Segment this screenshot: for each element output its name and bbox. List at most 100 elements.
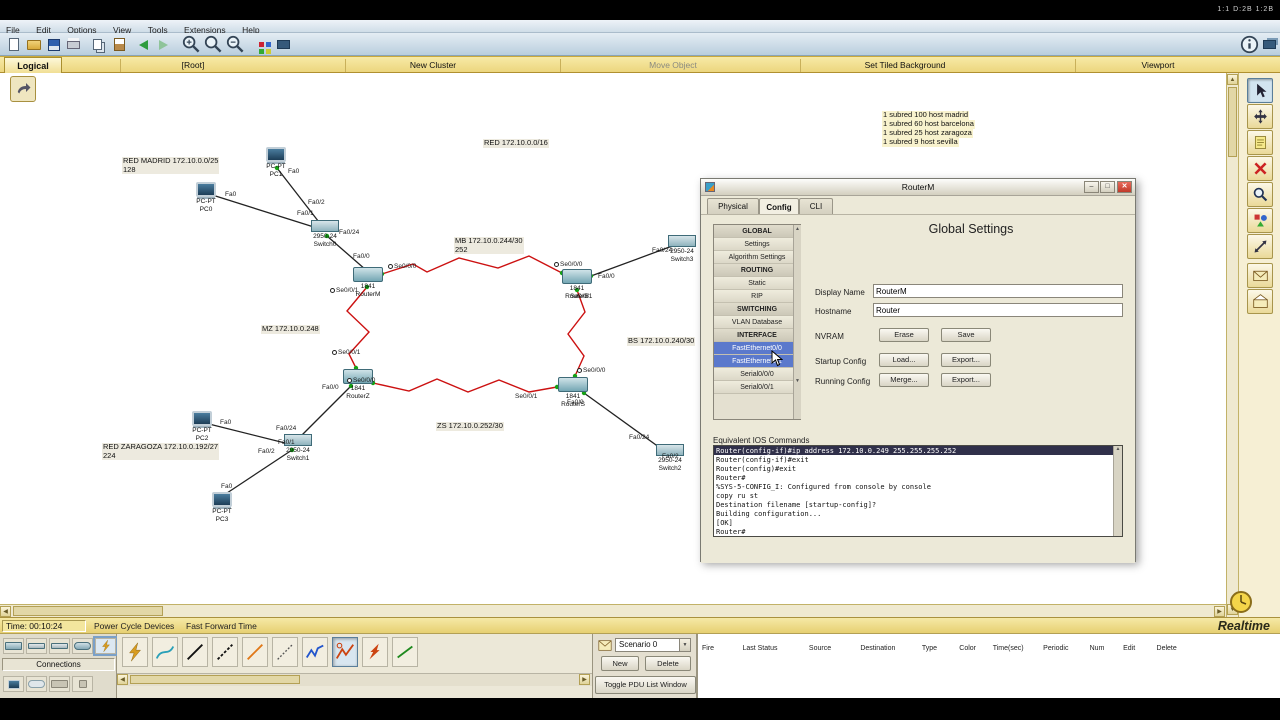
connection-octal-icon[interactable]: [392, 637, 418, 667]
inspect-tool-button[interactable]: [1247, 182, 1273, 207]
category-hubs[interactable]: [49, 638, 70, 654]
realtime-clock-icon[interactable]: [1229, 590, 1253, 614]
move-layout-button[interactable]: [1247, 104, 1273, 129]
cluster-back-icon[interactable]: [10, 76, 36, 102]
paste-icon[interactable]: [110, 36, 129, 53]
load-button[interactable]: Load...: [879, 353, 929, 367]
save-icon[interactable]: [44, 36, 63, 53]
connection-console-icon[interactable]: [152, 637, 178, 667]
close-button[interactable]: ✕: [1117, 181, 1132, 193]
connection-serial-dte-icon[interactable]: [362, 637, 388, 667]
new-file-icon[interactable]: [4, 36, 23, 53]
category-connections[interactable]: [93, 636, 118, 656]
config-sidebar-item[interactable]: Serial0/0/0: [714, 368, 800, 381]
config-sidebar-item[interactable]: RIP: [714, 290, 800, 303]
tab-config[interactable]: Config: [759, 198, 799, 215]
scroll-left-icon[interactable]: ◀: [0, 606, 11, 617]
move-object-button[interactable]: Move Object: [649, 60, 697, 70]
add-simple-pdu-button[interactable]: [1247, 263, 1273, 288]
canvas-hscrollbar[interactable]: ◀ ▶: [0, 604, 1226, 617]
save-button[interactable]: Save: [941, 328, 991, 342]
new-scenario-button[interactable]: New: [601, 656, 639, 671]
connection-coaxial-icon[interactable]: [302, 637, 328, 667]
place-note-button[interactable]: [1247, 130, 1273, 155]
palette-hscrollbar[interactable]: ◀ ▶: [117, 673, 592, 686]
scenario-dropdown[interactable]: Scenario 0 ▼: [615, 638, 691, 652]
erase-button[interactable]: Erase: [879, 328, 929, 342]
window-titlebar[interactable]: RouterM – □ ✕: [701, 179, 1135, 196]
vscroll-thumb[interactable]: [1228, 87, 1237, 157]
draw-shape-button[interactable]: [1247, 208, 1273, 233]
category-multiuser[interactable]: [72, 676, 93, 692]
print-icon[interactable]: [64, 36, 83, 53]
config-sidebar-item[interactable]: VLAN Database: [714, 316, 800, 329]
tab-physical[interactable]: Physical: [707, 198, 759, 214]
connection-serial-dce-icon[interactable]: [332, 637, 358, 667]
config-sidebar-item[interactable]: SWITCHING: [714, 303, 800, 316]
category-routers[interactable]: [3, 638, 24, 654]
zoom-in-icon[interactable]: [182, 35, 201, 53]
redo-icon[interactable]: [154, 36, 173, 53]
hostname-input[interactable]: [873, 303, 1123, 317]
category-wireless-devices[interactable]: [72, 638, 93, 654]
undo-icon[interactable]: [134, 36, 153, 53]
palette-scroll-right-icon[interactable]: ▶: [579, 674, 590, 685]
connection-copper-straight-icon[interactable]: [182, 637, 208, 667]
export-startup-button[interactable]: Export...: [941, 353, 991, 367]
scroll-right-icon[interactable]: ▶: [1214, 606, 1225, 617]
copy-icon[interactable]: [88, 36, 107, 53]
config-sidebar-item[interactable]: FastEthernet0/0: [714, 342, 800, 355]
fast-forward-time-button[interactable]: Fast Forward Time: [186, 621, 257, 631]
maximize-button[interactable]: □: [1100, 181, 1115, 193]
config-sidebar-item[interactable]: Settings: [714, 238, 800, 251]
display-name-input[interactable]: [873, 284, 1123, 298]
root-button[interactable]: [Root]: [182, 60, 205, 70]
connection-fiber-icon[interactable]: [242, 637, 268, 667]
connection-auto-icon[interactable]: [122, 637, 148, 667]
set-tiled-background-button[interactable]: Set Tiled Background: [865, 60, 946, 70]
category-wan-emulation[interactable]: [26, 676, 47, 692]
zoom-out-icon[interactable]: [226, 35, 245, 53]
hscroll-thumb[interactable]: [13, 606, 163, 616]
palette-scroll-thumb[interactable]: [130, 675, 300, 684]
add-complex-pdu-button[interactable]: [1247, 289, 1273, 314]
resize-shape-button[interactable]: [1247, 234, 1273, 259]
export-running-button[interactable]: Export...: [941, 373, 991, 387]
viewport-button[interactable]: Viewport: [1142, 60, 1175, 70]
drawing-palette-icon[interactable]: [252, 36, 271, 53]
new-cluster-button[interactable]: New Cluster: [410, 60, 456, 70]
connection-copper-crossover-icon[interactable]: [212, 637, 238, 667]
information-icon[interactable]: [1240, 35, 1259, 54]
toggle-pdu-list-button[interactable]: Toggle PDU List Window: [595, 676, 696, 694]
sidebar-scrollbar[interactable]: ▲ ▼: [793, 225, 801, 419]
merge-button[interactable]: Merge...: [879, 373, 929, 387]
power-cycle-devices-button[interactable]: Power Cycle Devices: [94, 621, 174, 631]
palette-scroll-left-icon[interactable]: ◀: [117, 674, 128, 685]
category-end-devices[interactable]: [3, 676, 24, 692]
config-sidebar-item[interactable]: INTERFACE: [714, 329, 800, 342]
select-tool-button[interactable]: [1247, 78, 1273, 103]
delete-scenario-button[interactable]: Delete: [645, 656, 691, 671]
connection-phone-icon[interactable]: [272, 637, 298, 667]
config-sidebar-item[interactable]: Serial0/0/1: [714, 381, 800, 394]
config-sidebar-item[interactable]: ROUTING: [714, 264, 800, 277]
custom-devices-icon[interactable]: [274, 36, 293, 53]
category-custom-devices[interactable]: [49, 676, 70, 692]
open-icon[interactable]: [24, 36, 43, 53]
config-sidebar-item[interactable]: Algorithm Settings: [714, 251, 800, 264]
category-switches[interactable]: [26, 638, 47, 654]
delete-tool-button[interactable]: [1247, 156, 1273, 181]
tab-cli[interactable]: CLI: [799, 198, 833, 214]
zoom-original-icon[interactable]: [204, 35, 223, 53]
config-sidebar-item[interactable]: FastEthernet0/1: [714, 355, 800, 368]
tab-logical[interactable]: Logical: [4, 57, 62, 74]
canvas-vscrollbar[interactable]: ▲ ▼: [1226, 73, 1238, 617]
network-view-icon[interactable]: [1260, 36, 1279, 53]
realtime-mode-label[interactable]: Realtime: [1218, 619, 1270, 633]
scroll-up-icon[interactable]: ▲: [1227, 74, 1238, 85]
terminal-scrollbar[interactable]: ▲▼: [1113, 446, 1122, 536]
config-sidebar-item[interactable]: Static: [714, 277, 800, 290]
config-sidebar-item[interactable]: GLOBAL: [714, 225, 800, 238]
minimize-button[interactable]: –: [1084, 181, 1099, 193]
dropdown-arrow-icon[interactable]: ▼: [679, 639, 690, 651]
